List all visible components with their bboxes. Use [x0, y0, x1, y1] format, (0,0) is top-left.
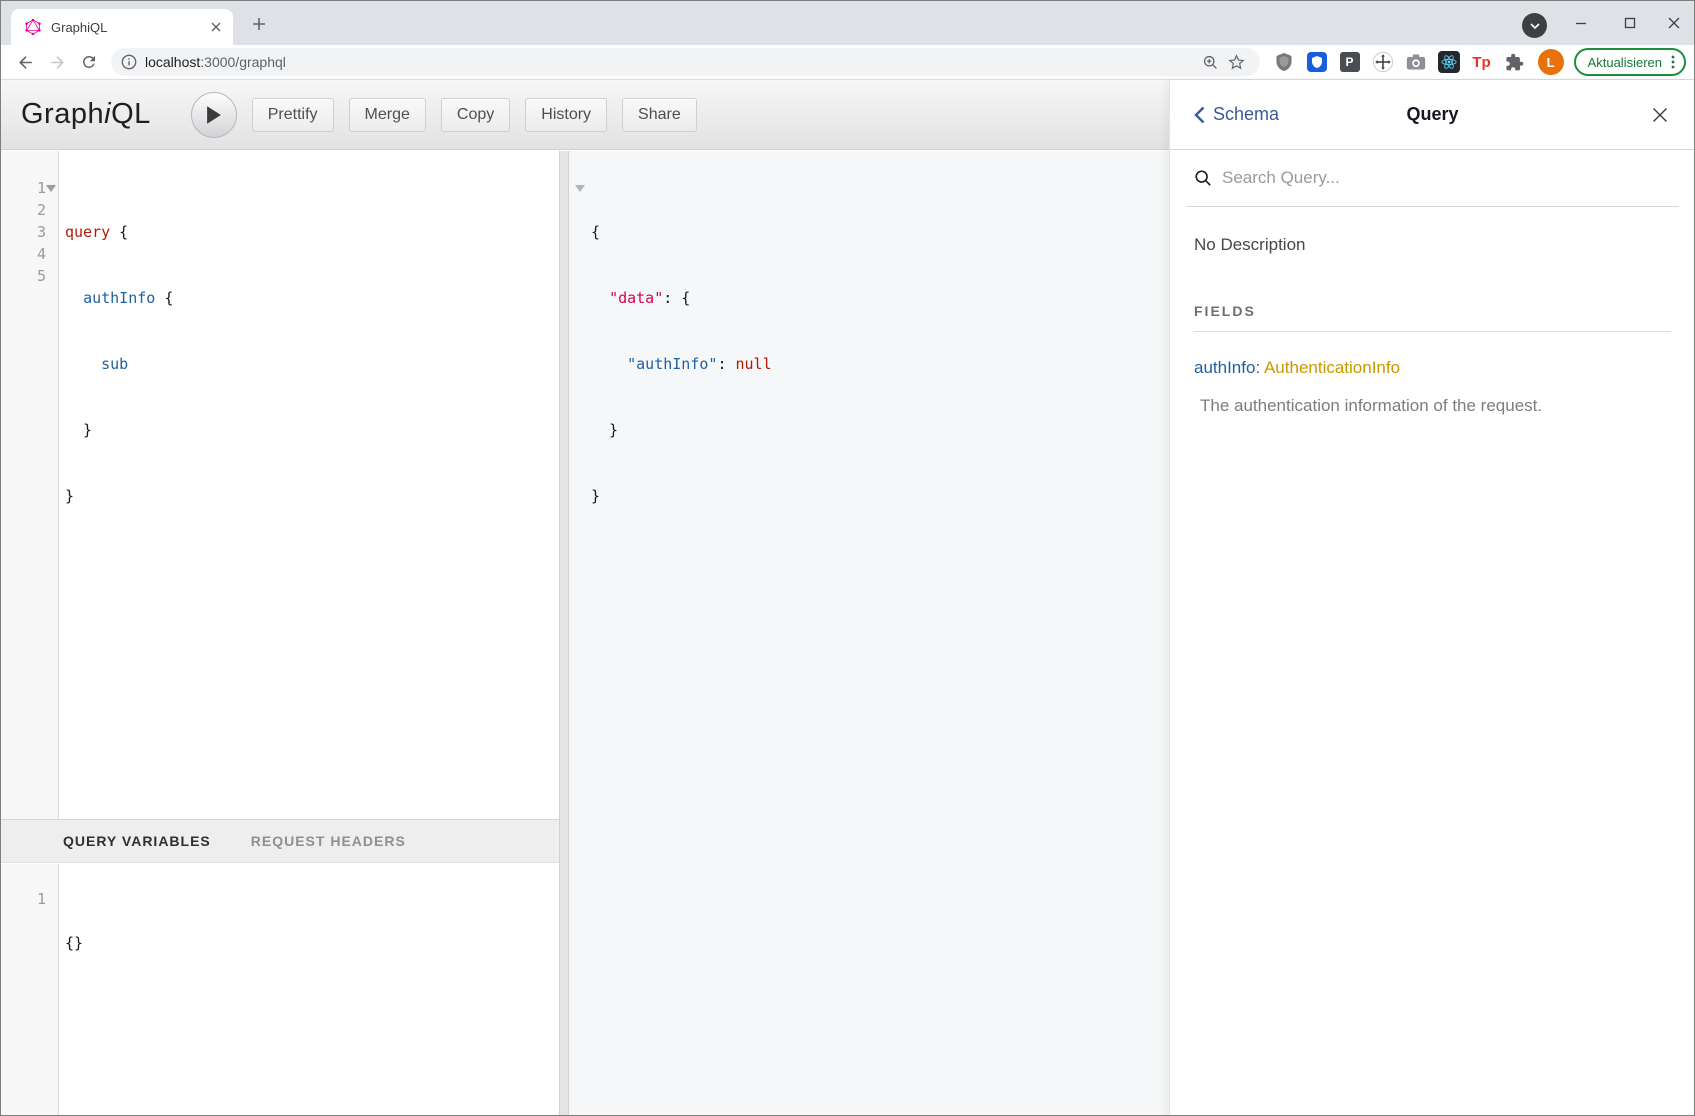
field-row: authInfo: AuthenticationInfo	[1194, 358, 1671, 378]
move-tool-extension-icon[interactable]	[1368, 48, 1398, 76]
back-button[interactable]	[9, 48, 41, 76]
react-devtools-extension-icon[interactable]	[1434, 48, 1464, 76]
window-minimize-button[interactable]	[1567, 9, 1595, 37]
search-icon	[1194, 169, 1212, 187]
fields-heading: FIELDS	[1194, 303, 1671, 332]
tab-close-icon[interactable]	[207, 18, 225, 36]
history-button[interactable]: History	[525, 98, 607, 132]
prettify-button[interactable]: Prettify	[252, 98, 334, 132]
query-editor[interactable]: 1 2 3 4 5 query { authInfo { sub } }	[1, 151, 559, 819]
result-code: { "data": { "authInfo": null } }	[569, 151, 1169, 551]
tab-query-variables[interactable]: QUERY VARIABLES	[63, 833, 211, 849]
type-description: No Description	[1194, 235, 1671, 255]
copy-button[interactable]: Copy	[441, 98, 510, 132]
zoom-indicator-icon[interactable]	[1198, 49, 1224, 75]
tp-extension-icon[interactable]: Tp	[1467, 48, 1497, 76]
doc-close-icon[interactable]	[1649, 104, 1671, 126]
field-type-link[interactable]: AuthenticationInfo	[1264, 358, 1400, 377]
fold-arrow-icon[interactable]	[575, 185, 585, 192]
doc-explorer-panel: Schema Query No Description FIELDS authI…	[1169, 80, 1695, 1115]
tab-strip: GraphiQL	[1, 1, 1694, 45]
pane-resize-handle[interactable]	[559, 151, 569, 1115]
line-number: 4	[1, 243, 58, 265]
line-number: 3	[1, 221, 58, 243]
browser-tab[interactable]: GraphiQL	[11, 9, 233, 45]
url-host: localhost	[145, 54, 200, 70]
url-path: :3000/graphql	[200, 54, 286, 70]
line-number: 1	[1, 888, 58, 910]
page-info-icon[interactable]	[121, 54, 137, 70]
field-name-link[interactable]: authInfo	[1194, 358, 1255, 377]
tab-search-button[interactable]	[1522, 13, 1547, 38]
bitwarden-extension-icon[interactable]	[1302, 48, 1332, 76]
profile-avatar[interactable]: L	[1538, 49, 1564, 75]
query-editor-gutter: 1 2 3 4 5	[1, 151, 59, 819]
window-close-button[interactable]	[1660, 9, 1688, 37]
merge-button[interactable]: Merge	[349, 98, 426, 132]
browser-window: GraphiQL	[0, 0, 1695, 1116]
extensions-puzzle-icon[interactable]	[1500, 48, 1530, 76]
line-number: 2	[1, 199, 58, 221]
field-description: The authentication information of the re…	[1194, 396, 1671, 416]
bookmark-star-icon[interactable]	[1224, 49, 1250, 75]
ublock-extension-icon[interactable]	[1269, 48, 1299, 76]
variables-code[interactable]: {}	[59, 864, 137, 1115]
kebab-menu-icon	[1666, 54, 1680, 70]
variables-tab-bar: QUERY VARIABLES REQUEST HEADERS	[1, 819, 559, 863]
url-text: localhost:3000/graphql	[145, 54, 1198, 70]
forward-button[interactable]	[41, 48, 73, 76]
doc-search-row	[1186, 150, 1679, 207]
graphql-favicon	[25, 19, 41, 35]
reload-button[interactable]	[73, 48, 105, 76]
window-maximize-button[interactable]	[1616, 9, 1644, 37]
update-label: Aktualisieren	[1588, 55, 1662, 70]
variables-gutter: 1	[1, 864, 59, 1115]
play-icon	[205, 105, 223, 125]
fold-arrow-icon[interactable]	[46, 185, 56, 192]
doc-body: No Description FIELDS authInfo: Authenti…	[1170, 207, 1695, 444]
p-extension-icon[interactable]: P	[1335, 48, 1365, 76]
new-tab-button[interactable]	[247, 12, 271, 36]
share-button[interactable]: Share	[622, 98, 697, 132]
line-number: 5	[1, 265, 58, 287]
doc-title: Query	[1170, 104, 1695, 125]
result-viewer[interactable]: { "data": { "authInfo": null } }	[569, 151, 1169, 1115]
graphiql-topbar: GraphiQL Prettify Merge Copy History Sha…	[1, 80, 1169, 150]
doc-explorer-header: Schema Query	[1170, 80, 1695, 150]
query-code[interactable]: query { authInfo { sub } }	[59, 151, 173, 819]
graphiql-logo: GraphiQL	[21, 98, 151, 131]
execute-query-button[interactable]	[191, 92, 237, 138]
tab-title: GraphiQL	[51, 20, 207, 35]
tab-request-headers[interactable]: REQUEST HEADERS	[251, 833, 406, 849]
address-bar[interactable]: localhost:3000/graphql	[111, 48, 1260, 76]
screenshot-camera-extension-icon[interactable]	[1401, 48, 1431, 76]
doc-search-input[interactable]	[1222, 168, 1679, 188]
query-variables-editor[interactable]: 1 {}	[1, 864, 559, 1115]
browser-toolbar: localhost:3000/graphql P	[1, 45, 1694, 80]
browser-menu-update-button[interactable]: Aktualisieren	[1574, 48, 1686, 76]
